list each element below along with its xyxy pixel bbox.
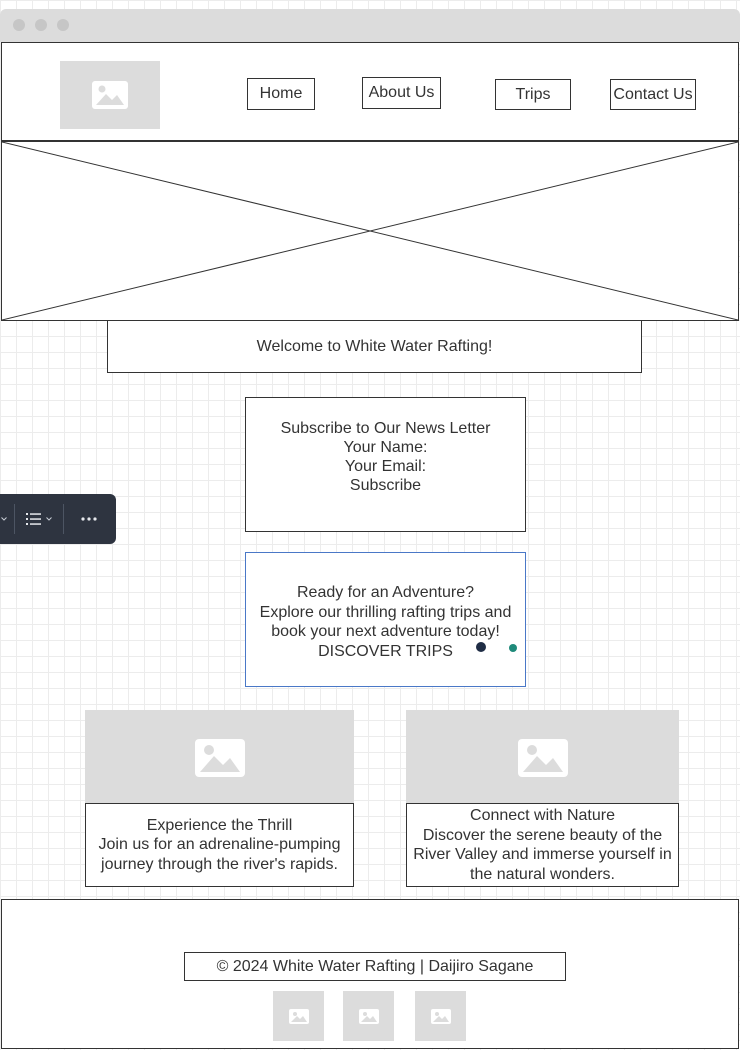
nav-contact-link[interactable]: Contact Us — [610, 79, 696, 110]
window-minimize-dot[interactable] — [35, 19, 47, 31]
resize-handle-dark[interactable] — [476, 642, 486, 652]
card-nature: Connect with Nature Discover the serene … — [406, 803, 679, 887]
card-thrill: Experience the Thrill Join us for an adr… — [85, 803, 354, 887]
list-style-button[interactable] — [15, 494, 63, 544]
adventure-heading: Ready for an Adventure? — [296, 584, 474, 601]
card-image-placeholder — [406, 710, 679, 805]
image-icon — [517, 738, 568, 777]
image-icon — [194, 738, 245, 777]
connection-handle-teal[interactable] — [509, 644, 517, 652]
newsletter-title: Subscribe to Our News Letter — [280, 420, 491, 437]
welcome-banner: Welcome to White Water Rafting! — [107, 320, 642, 373]
card-title: Connect with Nature — [470, 807, 615, 824]
social-link-placeholder[interactable] — [343, 991, 394, 1041]
social-link-placeholder[interactable] — [415, 991, 466, 1041]
list-icon — [26, 513, 41, 525]
browser-chrome — [0, 9, 740, 42]
chevron-down-icon — [46, 517, 52, 521]
email-field-label[interactable]: Your Email: — [246, 457, 525, 476]
image-icon — [288, 1008, 309, 1024]
name-field-label[interactable]: Your Name: — [246, 438, 525, 457]
nav-about-link[interactable]: About Us — [362, 77, 441, 109]
nav-trips-link[interactable]: Trips — [495, 79, 571, 110]
window-maximize-dot[interactable] — [57, 19, 69, 31]
nav-home-link[interactable]: Home — [247, 78, 315, 110]
welcome-text: Welcome to White Water Rafting! — [256, 337, 493, 355]
site-footer: © 2024 White Water Rafting | Daijiro Sag… — [1, 899, 739, 1049]
more-options-button[interactable] — [64, 494, 114, 544]
copyright-text: © 2024 White Water Rafting | Daijiro Sag… — [216, 957, 534, 975]
card-body: Join us for an adrenaline-pumping journe… — [98, 836, 341, 873]
adventure-box-selected[interactable]: Ready for an Adventure? Explore our thri… — [245, 552, 526, 687]
card-title: Experience the Thrill — [146, 816, 293, 834]
image-icon — [358, 1008, 379, 1024]
more-icon — [81, 517, 97, 521]
copyright-text-box: © 2024 White Water Rafting | Daijiro Sag… — [184, 952, 566, 981]
subscribe-button[interactable]: Subscribe — [246, 476, 525, 495]
card-body: Discover the serene beauty of the River … — [413, 826, 672, 883]
chevron-down-icon[interactable] — [1, 517, 7, 521]
logo-placeholder — [60, 61, 160, 129]
adventure-body: Explore our thrilling rafting trips and … — [259, 603, 512, 641]
image-icon — [92, 81, 128, 109]
floating-format-toolbar — [0, 494, 116, 544]
card-image-placeholder — [85, 710, 354, 805]
site-header: Home About Us Trips Contact Us — [1, 42, 739, 141]
hero-image-placeholder — [1, 141, 739, 321]
window-close-dot[interactable] — [13, 19, 25, 31]
social-link-placeholder[interactable] — [273, 991, 324, 1041]
newsletter-box: Subscribe to Our News Letter Your Name: … — [245, 397, 526, 532]
hero-cross-lines — [2, 142, 738, 320]
image-icon — [430, 1008, 451, 1024]
